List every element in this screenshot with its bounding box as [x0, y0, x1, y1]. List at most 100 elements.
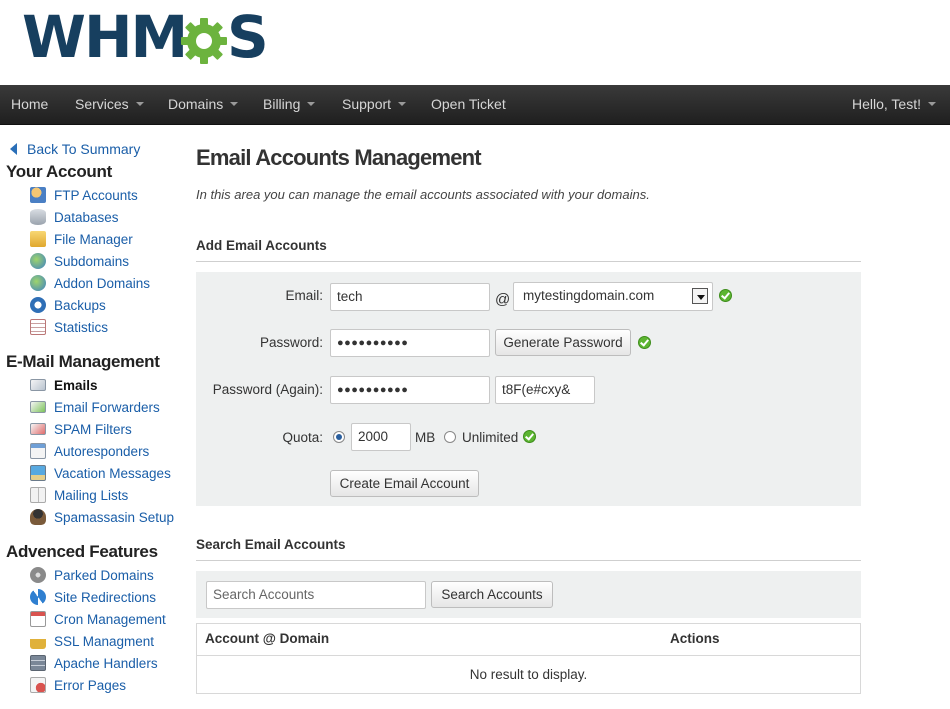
nav-domains[interactable]: Domains [168, 85, 239, 125]
disc-icon [30, 566, 46, 583]
nav-user-menu[interactable]: Hello, Test! [852, 85, 936, 125]
lock-icon [30, 632, 46, 649]
refresh-arrows-icon [30, 588, 46, 605]
nav-home[interactable]: Home [11, 85, 48, 125]
globe-add-icon [30, 274, 46, 291]
sidebar-item-label: Error Pages [54, 678, 127, 693]
password-again-label: Password (Again): [212, 382, 323, 397]
nav-services-label: Services [75, 96, 129, 112]
sidebar-item-subdomains[interactable]: Subdomains [30, 252, 130, 271]
sidebar-item-apache-handlers[interactable]: Apache Handlers [30, 654, 158, 673]
sidebar-item-backups[interactable]: Backups [30, 296, 106, 315]
password-input[interactable]: ●●●●●●●●●● [330, 329, 490, 357]
sidebar-item-label: Email Forwarders [54, 400, 160, 415]
quota-label: Quota: [282, 430, 323, 445]
sidebar-item-label: SPAM Filters [54, 422, 132, 437]
clock-icon [30, 296, 46, 313]
nav-open-ticket[interactable]: Open Ticket [431, 85, 506, 125]
nav-domains-label: Domains [168, 96, 224, 112]
caret-down-icon [928, 102, 936, 107]
top-navbar: Home Services Domains Billing Support Op… [0, 85, 950, 125]
at-sign: @ [495, 291, 511, 308]
email-input[interactable]: tech [330, 283, 490, 311]
create-email-account-button[interactable]: Create Email Account [330, 470, 479, 497]
sidebar-item-label: Emails [54, 378, 98, 393]
sidebar-item-addon-domains[interactable]: Addon Domains [30, 274, 151, 293]
sidebar-item-mailing-lists[interactable]: Mailing Lists [30, 486, 129, 505]
sidebar-item-label: Subdomains [54, 254, 130, 269]
section-title-advanced-features: Advenced Features [6, 542, 158, 561]
window-icon [30, 442, 46, 459]
back-arrow-icon [10, 142, 17, 155]
sidebar-item-autoresponders[interactable]: Autoresponders [30, 442, 149, 461]
add-email-heading: Add Email Accounts [196, 238, 861, 262]
column-header-actions: Actions [670, 631, 720, 646]
sidebar-item-label: Site Redirections [54, 590, 157, 605]
table-empty-message: No result to display. [469, 667, 588, 682]
sidebar-item-databases[interactable]: Databases [30, 208, 119, 227]
sidebar-item-label: Backups [54, 298, 106, 313]
email-valid-check-icon [719, 289, 732, 302]
quota-input[interactable]: 2000 [351, 423, 411, 451]
page-title: Email Accounts Management [196, 145, 482, 170]
gear-icon [181, 18, 227, 64]
chevron-down-icon[interactable] [692, 288, 708, 304]
nav-support[interactable]: Support [342, 85, 407, 125]
sidebar-item-cron-management[interactable]: Cron Management [30, 610, 166, 629]
unlimited-label: Unlimited [462, 430, 519, 445]
sidebar-item-site-redirections[interactable]: Site Redirections [30, 588, 157, 607]
sidebar-item-label: SSL Managment [54, 634, 155, 649]
sidebar-item-parked-domains[interactable]: Parked Domains [30, 566, 154, 585]
sidebar-item-label: Spamassasin Setup [54, 510, 175, 525]
add-email-form: Email: tech @ mytestingdomain.com Passwo… [196, 272, 861, 506]
caret-down-icon [398, 102, 407, 107]
whmcs-logo[interactable]: WHM S [22, 6, 282, 68]
password-valid-check-icon [638, 336, 651, 349]
quota-unlimited-radio[interactable] [444, 431, 456, 443]
user-greeting: Hello, Test! [852, 96, 921, 112]
ftp-user-icon [30, 186, 46, 203]
stats-icon [30, 318, 46, 335]
domain-select[interactable]: mytestingdomain.com [513, 282, 713, 311]
error-page-icon [30, 676, 46, 693]
sidebar-item-label: Addon Domains [54, 276, 151, 291]
sidebar-item-email-forwarders[interactable]: Email Forwarders [30, 399, 160, 417]
logo-text-left: WHM [22, 3, 188, 71]
quota-limited-radio[interactable] [333, 431, 345, 443]
sidebar-item-ssl-managment[interactable]: SSL Managment [30, 632, 155, 651]
caret-down-icon [135, 102, 144, 107]
sidebar-item-ftp-accounts[interactable]: FTP Accounts [30, 186, 138, 205]
sidebar-item-spamassasin-setup[interactable]: Spamassasin Setup [30, 508, 175, 527]
sidebar-item-label: File Manager [54, 232, 133, 247]
caret-down-icon [230, 102, 239, 107]
generated-password-field[interactable]: t8F(e#cxy& [495, 376, 595, 404]
sidebar-item-vacation-messages[interactable]: Vacation Messages [30, 464, 171, 483]
sidebar-item-label: Apache Handlers [54, 656, 158, 671]
sidebar-item-emails[interactable]: Emails [30, 377, 98, 395]
password-label: Password: [259, 335, 323, 350]
sidebar-item-spam-filters[interactable]: SPAM Filters [30, 421, 132, 439]
sidebar-item-statistics[interactable]: Statistics [30, 318, 108, 337]
section-title-email-management: E-Mail Management [6, 352, 160, 371]
column-header-account[interactable]: Account @ Domain [205, 624, 329, 656]
generate-password-button[interactable]: Generate Password [495, 329, 631, 356]
logo-text-right: S [227, 3, 269, 71]
nav-home-label: Home [11, 96, 49, 112]
email-label: Email: [285, 288, 323, 303]
sidebar-item-label: Vacation Messages [54, 466, 171, 481]
sidebar-item-label: Mailing Lists [54, 488, 129, 503]
password-again-input[interactable]: ●●●●●●●●●● [330, 376, 490, 404]
sidebar-item-error-pages[interactable]: Error Pages [30, 676, 127, 695]
sidebar-item-file-manager[interactable]: File Manager [30, 230, 133, 249]
search-accounts-button[interactable]: Search Accounts [431, 581, 553, 608]
server-icon [30, 654, 46, 671]
back-to-summary-link[interactable]: Back To Summary [10, 141, 140, 157]
nav-billing[interactable]: Billing [263, 85, 316, 125]
envelope-icon [30, 378, 46, 391]
sidebar-item-label: Cron Management [54, 612, 166, 627]
search-accounts-input[interactable]: Search Accounts [206, 581, 426, 609]
nav-services[interactable]: Services [75, 85, 144, 125]
envelope-block-icon [30, 422, 46, 435]
search-bar: Search Accounts Search Accounts [196, 571, 861, 618]
book-icon [30, 486, 46, 503]
